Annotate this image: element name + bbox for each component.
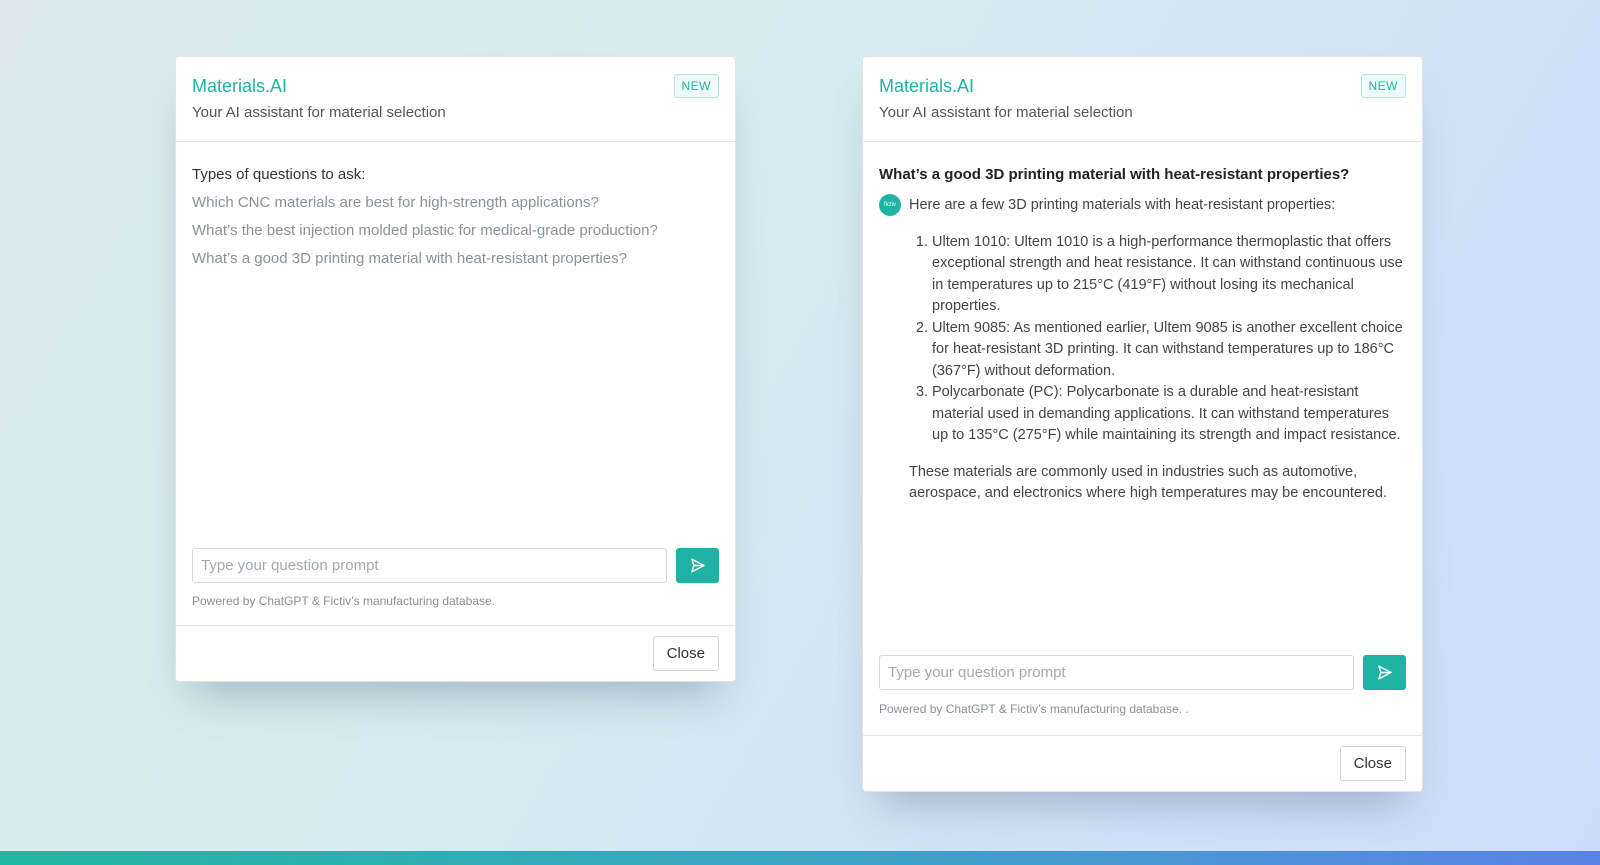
send-button[interactable] bbox=[676, 548, 719, 583]
app-title: Materials.AI bbox=[879, 76, 975, 96]
send-arrow-icon bbox=[1378, 665, 1392, 680]
app-subtitle: Your AI assistant for material selection bbox=[879, 104, 1133, 121]
questions-heading: Types of questions to ask: bbox=[192, 166, 366, 183]
fictiv-avatar: fictiv bbox=[879, 194, 901, 216]
panel-footer: Close bbox=[863, 735, 1422, 791]
question-list: Which CNC materials are best for high-st… bbox=[192, 193, 719, 269]
new-badge: NEW bbox=[1360, 74, 1406, 98]
answer-outro: These materials are commonly used in ind… bbox=[909, 463, 1387, 502]
user-question: What’s a good 3D printing material with … bbox=[879, 166, 1350, 183]
powered-by-note: Powered by ChatGPT & Fictiv’s manufactur… bbox=[192, 594, 496, 608]
question-prompt-input[interactable] bbox=[879, 655, 1354, 690]
chat-body: What’s a good 3D printing material with … bbox=[863, 143, 1422, 505]
bottom-gradient-bar bbox=[0, 851, 1600, 865]
panel-header: Materials.AI Your AI assistant for mater… bbox=[863, 57, 1422, 142]
answer-list-item: Ultem 9085: As mentioned earlier, Ultem … bbox=[932, 318, 1406, 383]
answer-list: Ultem 1010: Ultem 1010 is a high-perform… bbox=[909, 232, 1406, 447]
panel-body: Types of questions to ask: Which CNC mat… bbox=[176, 143, 735, 277]
app-subtitle: Your AI assistant for material selection bbox=[192, 104, 446, 121]
send-arrow-icon bbox=[691, 558, 705, 573]
app-title: Materials.AI bbox=[192, 76, 288, 96]
suggested-question[interactable]: Which CNC materials are best for high-st… bbox=[192, 193, 719, 213]
prompt-composer bbox=[879, 655, 1406, 690]
answer-content: Here are a few 3D printing materials wit… bbox=[909, 194, 1406, 505]
question-prompt-input[interactable] bbox=[192, 548, 667, 583]
panel-footer: Close bbox=[176, 625, 735, 681]
materials-ai-panel-right: Materials.AI Your AI assistant for mater… bbox=[862, 56, 1423, 792]
panel-header: Materials.AI Your AI assistant for mater… bbox=[176, 57, 735, 142]
send-button[interactable] bbox=[1363, 655, 1406, 690]
assistant-answer: fictiv Here are a few 3D printing materi… bbox=[879, 194, 1406, 505]
answer-list-item: Polycarbonate (PC): Polycarbonate is a d… bbox=[932, 382, 1406, 447]
answer-intro: Here are a few 3D printing materials wit… bbox=[909, 197, 1336, 213]
close-button[interactable]: Close bbox=[652, 636, 719, 671]
answer-list-item: Ultem 1010: Ultem 1010 is a high-perform… bbox=[932, 232, 1406, 318]
close-button[interactable]: Close bbox=[1339, 746, 1406, 781]
powered-by-note: Powered by ChatGPT & Fictiv’s manufactur… bbox=[879, 702, 1189, 716]
suggested-question[interactable]: What’s the best injection molded plastic… bbox=[192, 221, 719, 241]
new-badge: NEW bbox=[673, 74, 719, 98]
suggested-question[interactable]: What’s a good 3D printing material with … bbox=[192, 249, 719, 269]
materials-ai-panel-left: Materials.AI Your AI assistant for mater… bbox=[175, 56, 736, 682]
prompt-composer bbox=[192, 548, 719, 583]
